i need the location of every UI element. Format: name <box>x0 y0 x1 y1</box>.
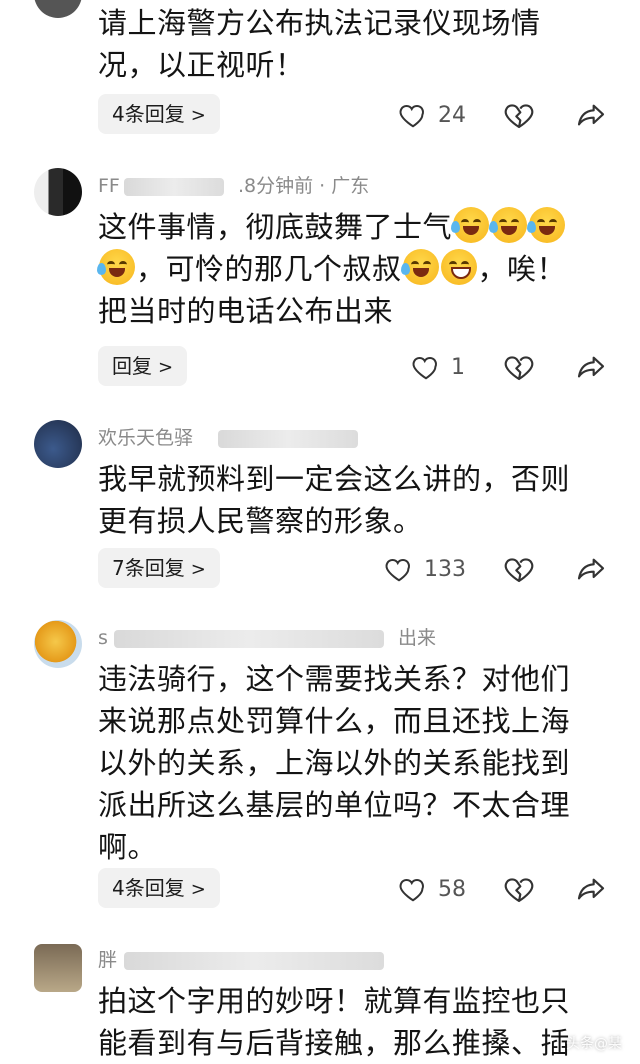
avatar[interactable] <box>34 168 82 216</box>
comment-line: 拍这个字用的妙呀！就算有监控也只 <box>98 984 571 1018</box>
laughing-crying-emoji <box>97 249 135 285</box>
comment-text: 我早就预料到一定会这么讲的，否则 更有损人民警察的形象。 <box>98 458 608 542</box>
comment-line: 这件事情，彻底鼓舞了士气 <box>98 206 608 248</box>
share-button[interactable] <box>575 99 607 131</box>
comment-actions: 4条回复 > 58 <box>0 868 640 910</box>
blurred-info <box>114 630 384 648</box>
text-segment: ，可怜的那几个叔叔 <box>136 252 402 286</box>
username[interactable]: 欢乐天色驿 <box>98 427 193 449</box>
dislike-button[interactable] <box>503 99 535 131</box>
text-segment: 这件事情，彻底鼓舞了士气 <box>98 210 453 244</box>
broken-heart-icon <box>504 104 534 129</box>
like-button[interactable]: 133 <box>384 552 466 586</box>
avatar[interactable] <box>34 944 82 992</box>
comment-time: .8分钟前 · 广东 <box>238 175 370 197</box>
username[interactable]: s <box>98 627 108 649</box>
heart-outline-icon <box>385 558 410 582</box>
heart-outline-icon <box>399 878 424 902</box>
comment-meta: s 出来 <box>98 624 436 652</box>
heart-outline-icon <box>399 104 424 128</box>
comment-text: 这件事情，彻底鼓舞了士气 ，可怜的那几个叔叔 ，唉！ 把当时的电话公布出来 <box>97 206 608 332</box>
share-arrow-icon <box>577 356 605 378</box>
view-replies-button[interactable]: 4条回复 > <box>98 868 220 908</box>
username[interactable]: 胖 <box>98 949 117 971</box>
like-button[interactable]: 1 <box>411 350 465 384</box>
broken-heart-icon <box>504 558 534 583</box>
comment-line: 啊。 <box>98 830 158 864</box>
avatar[interactable] <box>34 420 82 468</box>
laughing-crying-emoji <box>400 249 439 285</box>
view-replies-button[interactable]: 4条回复 > <box>98 94 220 134</box>
share-arrow-icon <box>577 104 605 126</box>
like-count: 1 <box>451 354 465 380</box>
like-count: 133 <box>424 556 466 582</box>
like-button[interactable]: 24 <box>398 98 466 132</box>
avatar[interactable] <box>34 0 82 18</box>
dislike-button[interactable] <box>503 553 535 585</box>
share-arrow-icon <box>577 878 605 900</box>
heart-outline-icon <box>412 356 437 380</box>
comment-actions: 7条回复 > 133 <box>0 548 640 590</box>
comment-line: 况，以正视听！ <box>98 48 305 82</box>
comment-line: 更有损人民警察的形象。 <box>98 504 423 538</box>
comment-text: 请上海警方公布执法记录仪现场情 况，以正视听！ <box>98 2 608 86</box>
username[interactable]: FF <box>98 175 120 197</box>
dislike-button[interactable] <box>503 873 535 905</box>
share-button[interactable] <box>575 553 607 585</box>
chevron-right-icon: > <box>190 559 206 580</box>
comment-text: 违法骑行，这个需要找关系？对他们 来说那点处罚算什么，而且还找上海 以外的关系，… <box>98 658 608 868</box>
reply-button[interactable]: 回复 > <box>98 346 188 386</box>
laughing-crying-emoji <box>489 207 528 243</box>
chevron-right-icon: > <box>158 357 174 378</box>
view-replies-button[interactable]: 7条回复 > <box>98 548 220 588</box>
blurred-info <box>124 952 384 970</box>
comment-line: 以外的关系，上海以外的关系能找到 <box>98 746 571 780</box>
like-count: 58 <box>438 876 466 902</box>
comment-text: 拍这个字用的妙呀！就算有监控也只 能看到有与后背接触，那么推搡、插 <box>98 980 608 1064</box>
comment-line: 违法骑行，这个需要找关系？对他们 <box>98 662 571 696</box>
comment-line: ，可怜的那几个叔叔 ，唉！ <box>97 248 608 290</box>
comment-line: 能看到有与后背接触，那么推搡、插 <box>98 1026 571 1060</box>
share-button[interactable] <box>575 351 607 383</box>
comment-line: 派出所这么基层的单位吗？不太合理 <box>98 788 571 822</box>
comment-line: 请上海警方公布执法记录仪现场情 <box>98 6 541 40</box>
blurred-info <box>218 430 358 448</box>
comment-actions: 4条回复 > 24 <box>0 94 640 136</box>
blurred-username <box>124 178 224 196</box>
laughing-crying-emoji <box>451 207 490 243</box>
share-button[interactable] <box>575 873 607 905</box>
broken-heart-icon <box>504 878 534 903</box>
comment-line: 来说那点处罚算什么，而且还找上海 <box>98 704 571 738</box>
broken-heart-icon <box>504 356 534 381</box>
avatar[interactable] <box>34 620 82 668</box>
comment-line: 把当时的电话公布出来 <box>98 294 394 328</box>
chevron-right-icon: > <box>190 105 206 126</box>
share-arrow-icon <box>577 558 605 580</box>
like-button[interactable]: 58 <box>398 872 466 906</box>
comment-location: 出来 <box>398 627 437 649</box>
dislike-button[interactable] <box>503 351 535 383</box>
comment-actions: 回复 > 1 <box>0 346 640 388</box>
comment-meta: FF .8分钟前 · 广东 <box>98 172 369 200</box>
comment-line: 我早就预料到一定会这么讲的，否则 <box>98 462 571 496</box>
comment-meta: 胖 <box>98 946 384 974</box>
laughing-crying-emoji <box>527 207 566 243</box>
text-segment: ，唉！ <box>477 252 567 286</box>
grinning-emoji <box>440 249 477 285</box>
comment-meta: 欢乐天色驿 <box>98 424 358 452</box>
like-count: 24 <box>438 102 466 128</box>
chevron-right-icon: > <box>190 879 206 900</box>
watermark: 头条@某 <box>566 1036 622 1052</box>
